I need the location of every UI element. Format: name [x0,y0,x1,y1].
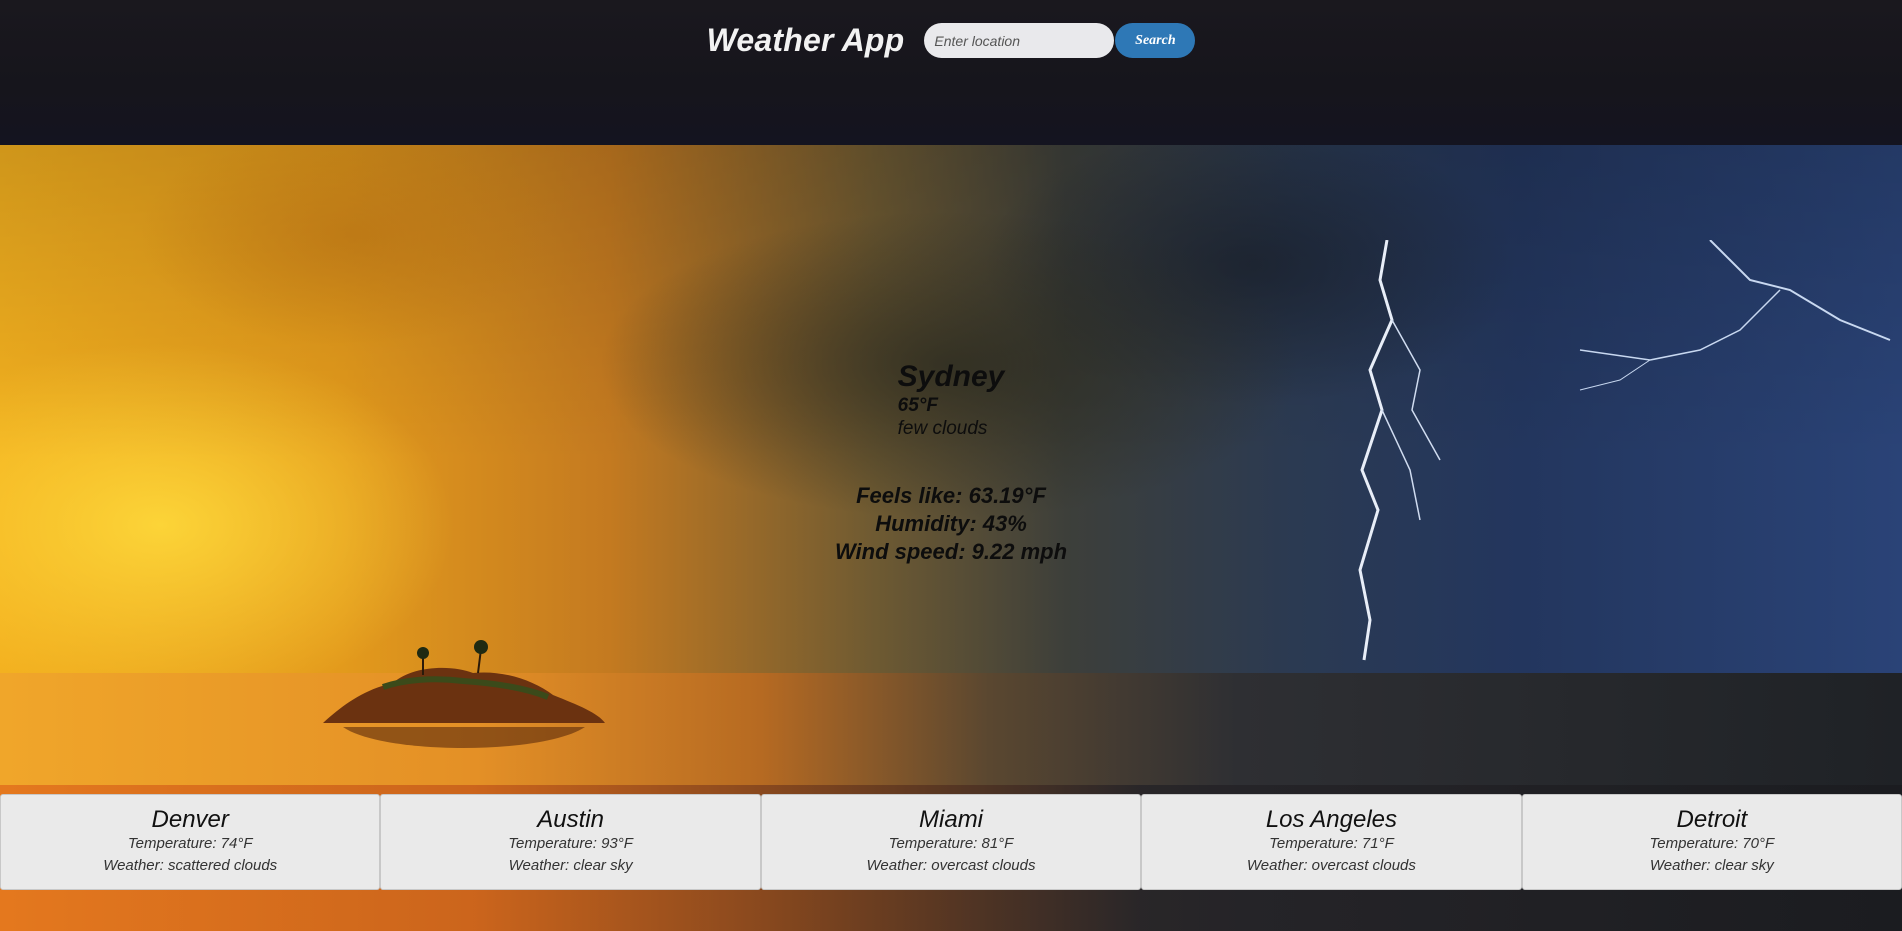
city-card-denver[interactable]: Denver Temperature: 74°F Weather: scatte… [0,794,381,890]
city-card-detroit[interactable]: Detroit Temperature: 70°F Weather: clear… [1521,794,1902,890]
city-card-name: Austin [537,806,604,833]
city-cards: Denver Temperature: 74°F Weather: scatte… [0,794,1902,890]
city-card-weather: Weather: clear sky [1649,857,1774,874]
city-card-name: Denver [151,806,229,833]
city-card-weather: Weather: overcast clouds [866,857,1036,874]
current-city-name: Sydney [897,360,1005,393]
header-bar: Weather App Search [0,22,1902,59]
app-header: Weather App Search [0,0,1902,145]
current-temperature: 65°F [897,395,938,416]
app-title: Weather App [706,22,905,58]
city-card-weather: Weather: clear sky [508,857,633,874]
humidity: Humidity: 43% [875,511,1027,536]
city-card-temperature: Temperature: 71°F [1269,835,1394,852]
current-description: few clouds [897,418,988,439]
current-weather-details: Feels like: 63.19°F Humidity: 43% Wind s… [0,482,1902,566]
current-weather-summary: Sydney 65°F few clouds [898,360,1005,440]
city-card-los-angeles[interactable]: Los Angeles Temperature: 71°F Weather: o… [1141,794,1522,890]
city-card-temperature: Temperature: 93°F [508,835,633,852]
wind-speed: Wind speed: 9.22 mph [834,539,1068,564]
city-card-weather: Weather: scattered clouds [103,857,278,874]
city-card-austin[interactable]: Austin Temperature: 93°F Weather: clear … [380,794,761,890]
city-card-temperature: Temperature: 81°F [888,835,1014,852]
city-card-temperature: Temperature: 74°F [127,835,253,852]
city-card-name: Miami [919,806,984,833]
city-card-temperature: Temperature: 70°F [1649,835,1775,852]
feels-like: Feels like: 63.19°F [856,483,1046,508]
city-card-miami[interactable]: Miami Temperature: 81°F Weather: overcas… [760,794,1142,890]
lightning-image [1358,240,1891,661]
city-card-name: Detroit [1676,806,1748,833]
island-image [323,640,605,748]
location-search-input[interactable] [924,23,1115,58]
search-button[interactable]: Search [1115,23,1196,58]
city-card-name: Los Angeles [1265,806,1398,833]
city-card-weather: Weather: overcast clouds [1246,857,1416,874]
current-weather: Sydney 65°F few clouds [0,360,1902,440]
